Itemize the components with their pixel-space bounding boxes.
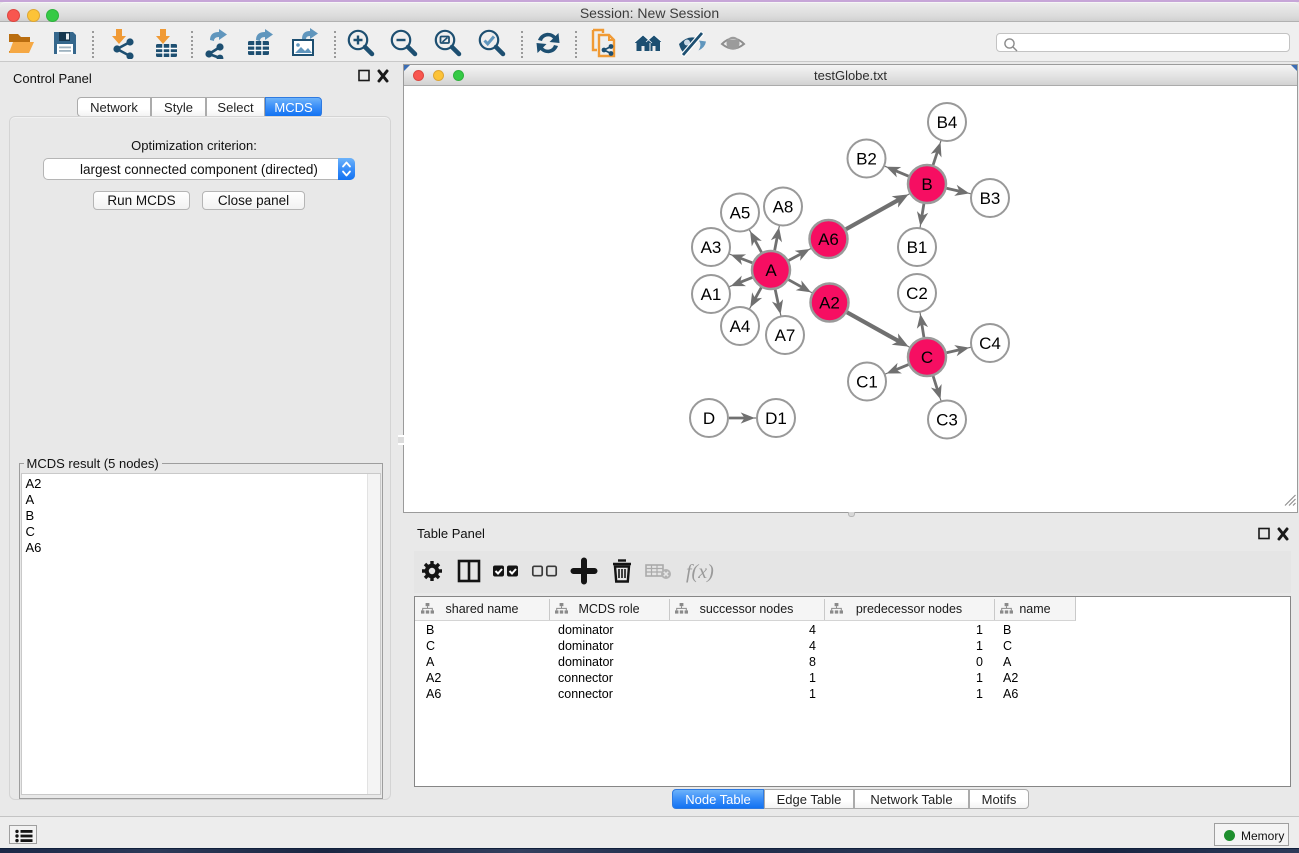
svg-text:A: A [765, 261, 777, 280]
svg-text:A2: A2 [819, 294, 840, 313]
svg-text:A4: A4 [730, 317, 751, 336]
svg-text:C: C [921, 348, 933, 367]
svg-text:C3: C3 [936, 411, 958, 430]
svg-text:B3: B3 [980, 189, 1001, 208]
svg-text:A7: A7 [775, 326, 796, 345]
svg-text:B1: B1 [907, 238, 928, 257]
svg-text:C1: C1 [856, 373, 878, 392]
svg-text:A1: A1 [701, 285, 722, 304]
svg-text:A3: A3 [701, 238, 722, 257]
svg-text:A6: A6 [818, 230, 839, 249]
svg-text:f(x): f(x) [686, 561, 714, 583]
svg-text:C2: C2 [906, 284, 928, 303]
svg-text:C4: C4 [979, 334, 1001, 353]
svg-text:D1: D1 [765, 409, 787, 428]
svg-text:A5: A5 [730, 204, 751, 223]
svg-text:D: D [703, 409, 715, 428]
svg-text:B: B [921, 175, 932, 194]
svg-text:B4: B4 [937, 113, 958, 132]
svg-text:A8: A8 [773, 198, 794, 217]
svg-text:B2: B2 [856, 150, 877, 169]
